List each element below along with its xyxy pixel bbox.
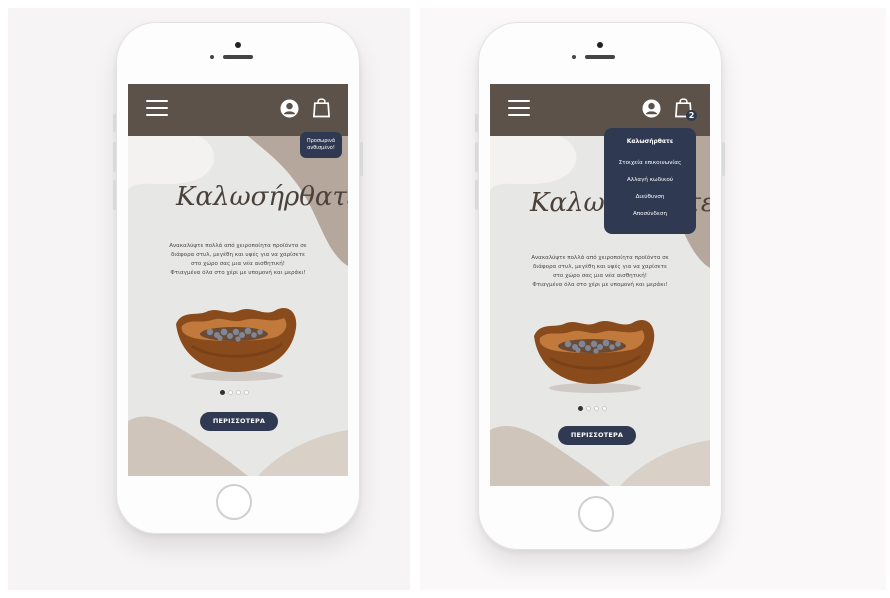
hamburger-menu-icon[interactable] [508,100,530,116]
more-button[interactable]: ΠΕΡΙΣΣΟΤΕΡΑ [558,426,636,445]
app-screen-right: 2 Καλωσήρθατε Καλωσήρθατε Στοιχεία επικο… [490,84,710,486]
phone-camera [235,42,241,48]
phone-volume-down [475,180,478,210]
carousel-indicators [578,406,607,411]
tooltip-line-1: Προσωρινά [306,138,336,144]
carousel-dot[interactable] [236,390,241,395]
phone-power-button [360,142,363,176]
description-line: στο χώρο σας μια νέα αισθητική! [190,261,286,267]
cart-notification-tooltip: Προσωρινά ανθισμένο! [300,132,342,158]
menu-item-address[interactable]: Διεύθυνση [604,194,696,200]
description-line: Ανακαλύψτε πολλά από χειροποίητα προϊόντ… [169,243,307,249]
phone-sensor [210,55,214,59]
more-button[interactable]: ΠΕΡΙΣΣΟΤΕΡΑ [200,412,278,431]
phone-power-button [722,142,725,176]
description-line: διάφορα στυλ, μεγέθη και υφές για να χαρ… [532,264,668,270]
phone-home-button [578,496,614,532]
phone-volume-down [113,180,116,210]
phone-camera [597,42,603,48]
menu-item-logout[interactable]: Αποσύνδεση [604,211,696,217]
description-line: διάφορα στυλ, μεγέθη και υφές για να χαρ… [170,252,306,258]
hero-title: Καλωσήρθατε [176,182,348,212]
phone-speaker [585,55,615,59]
shopping-bag-icon[interactable] [312,96,331,118]
phone-mockup-right: 2 Καλωσήρθατε Καλωσήρθατε Στοιχεία επικο… [475,22,725,550]
product-image-bowl [534,320,655,393]
phone-home-button [216,484,252,520]
description-line: Φτιαγμένα όλα στο χέρι με υπομονή και με… [170,270,306,276]
phone-mockup-left: Προσωρινά ανθισμένο! Καλωσήρθατε Ανακαλύ… [113,22,363,534]
menu-item-change-password[interactable]: Αλλαγή κωδικού [604,177,696,183]
phone-mute-switch [113,114,116,132]
phone-volume-up [475,142,478,172]
app-header [128,84,348,136]
description-line: στο χώρο σας μια νέα αισθητική! [552,273,648,279]
carousel-dot[interactable] [602,406,607,411]
carousel-dot[interactable] [586,406,591,411]
hero-description: Ανακαλύψτε πολλά από χειροποίητα προϊόντ… [504,254,696,290]
description-line: Φτιαγμένα όλα στο χέρι με υπομονή και με… [532,282,668,288]
carousel-dot[interactable] [244,390,249,395]
carousel-dot[interactable] [228,390,233,395]
product-image-bowl [176,308,297,381]
phone-mute-switch [475,114,478,132]
carousel-dot[interactable] [594,406,599,411]
description-line: Ανακαλύψτε πολλά από χειροποίητα προϊόντ… [531,255,669,261]
tooltip-line-2: ανθισμένο! [307,145,335,151]
app-screen-left: Προσωρινά ανθισμένο! Καλωσήρθατε Ανακαλύ… [128,84,348,476]
account-dropdown-menu: Καλωσήρθατε Στοιχεία επικοινωνίας Αλλαγή… [604,128,696,234]
phone-speaker [223,55,253,59]
hero-description: Ανακαλύψτε πολλά από χειροποίητα προϊόντ… [142,242,334,278]
carousel-indicators [220,390,249,395]
hamburger-menu-icon[interactable] [146,100,168,116]
carousel-dot[interactable] [578,406,583,411]
user-account-icon[interactable] [642,99,661,118]
phone-volume-up [113,142,116,172]
carousel-dot[interactable] [220,390,225,395]
user-account-icon[interactable] [280,99,299,118]
cart-count-badge: 2 [686,110,697,121]
phone-sensor [572,55,576,59]
menu-item-contact-info[interactable]: Στοιχεία επικοινωνίας [604,160,696,166]
menu-title: Καλωσήρθατε [626,138,674,145]
